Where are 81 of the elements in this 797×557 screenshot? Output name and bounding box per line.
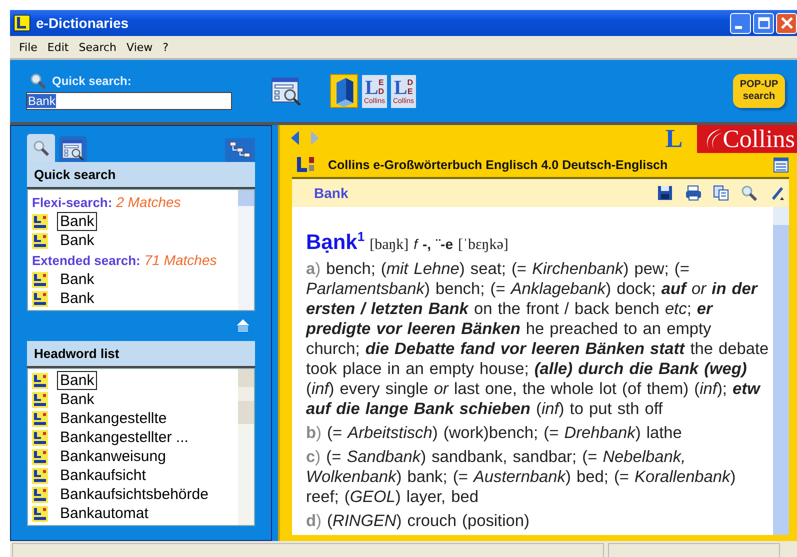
pen-icon[interactable] bbox=[769, 185, 785, 201]
dictionary-icon bbox=[32, 290, 48, 306]
forward-arrow-icon bbox=[310, 130, 320, 144]
search-form-tab[interactable] bbox=[59, 136, 87, 162]
search-tab[interactable] bbox=[27, 134, 55, 162]
dictionary-icon bbox=[32, 372, 48, 388]
book-button[interactable] bbox=[330, 74, 358, 108]
group-label: Flexi-search: bbox=[32, 195, 112, 210]
search-icon bbox=[30, 72, 46, 88]
dictionary-icon bbox=[32, 468, 48, 484]
list-item[interactable]: Bank bbox=[57, 371, 98, 390]
dictionary-icon bbox=[32, 506, 48, 522]
entry-title: Bank bbox=[314, 185, 348, 201]
match-count: 2 Matches bbox=[116, 194, 181, 210]
pronunciation: [ˈbɛŋkə] bbox=[458, 236, 508, 255]
dictionary-icon bbox=[32, 272, 48, 288]
panel-header: Quick search bbox=[27, 162, 255, 189]
minimize-button[interactable] bbox=[730, 12, 751, 34]
menu-item[interactable]: Search bbox=[74, 40, 122, 54]
brand-logo: Collins bbox=[696, 125, 797, 153]
dictionary-title: Collins e-Großwörterbuch Englisch 4.0 Deutsch-Englisch bbox=[328, 158, 668, 172]
publisher-logo: L bbox=[665, 126, 683, 152]
maximize-icon bbox=[758, 17, 770, 29]
back-button[interactable] bbox=[290, 130, 300, 148]
list-item[interactable]: Bank bbox=[57, 270, 98, 289]
close-icon bbox=[780, 17, 792, 29]
list-item[interactable]: Bankaufsicht bbox=[57, 466, 149, 485]
search-icon[interactable] bbox=[741, 185, 757, 201]
dictionary-icon bbox=[32, 410, 48, 426]
menu-item[interactable]: File bbox=[14, 40, 42, 54]
list-view-icon[interactable] bbox=[773, 157, 789, 173]
sense-definition: d) (RINGEN) crouch (position) bbox=[306, 511, 530, 531]
back-arrow-icon bbox=[290, 130, 300, 144]
headword: Bạnk$^{1}$ bbox=[306, 228, 365, 253]
scrollbar[interactable] bbox=[238, 369, 254, 525]
match-count: 71 Matches bbox=[144, 252, 217, 268]
dictionary-icon bbox=[32, 214, 48, 230]
list-item[interactable]: Bank bbox=[57, 212, 98, 231]
dictionary-icon bbox=[32, 232, 48, 248]
window-title: e-Dictionaries bbox=[36, 15, 129, 31]
app-logo-icon bbox=[14, 15, 30, 31]
dictionary-icon bbox=[32, 430, 48, 446]
search-label: Quick search: bbox=[52, 74, 132, 88]
group-label: Extended search: bbox=[32, 253, 140, 268]
list-item[interactable]: Bankanweisung bbox=[57, 447, 169, 466]
sense-definition: c) (= Sandbank) sandbank, sandbar; (= Nebelbank, Wolkenbank) bank; (= Austernbank) bed; (= Korallenbank) reef; (GEOL) layer, bed bbox=[306, 447, 737, 507]
menu-item[interactable]: ? bbox=[158, 40, 174, 54]
save-icon[interactable] bbox=[657, 185, 673, 201]
list-item[interactable]: Bank bbox=[57, 231, 98, 250]
list-item[interactable]: Bankautomat bbox=[57, 504, 152, 523]
scrollbar[interactable] bbox=[238, 190, 254, 310]
menu-item[interactable]: Edit bbox=[42, 40, 74, 54]
list-item[interactable]: Bankangestellter ... bbox=[57, 428, 192, 447]
sense-definition: a) bench; (mit Lehne) seat; (= Kirchenbank) pew; (= Parlamentsbank) bench; (= Anklagebank) dock; auf or in der ersten / letzten Bank on the front / back bench etc; er predigte vor leeren Bänken he preached to an empty church; die Debatte fand vor leeren Bänken statt the debate took place in an empty house; (alle) durch die Bank (weg) (inf) every single or last one, the whole lot (of them) (inf); etw auf die lange Bank schieben (inf) to put sth off bbox=[306, 259, 769, 419]
minimize-icon bbox=[735, 26, 742, 28]
menu-item[interactable]: View bbox=[122, 40, 158, 54]
pronunciation: [baŋk] bbox=[370, 236, 409, 255]
popup-search-button[interactable]: POP-UP search bbox=[733, 74, 785, 108]
dictionary-icon bbox=[32, 486, 48, 502]
printer-icon[interactable] bbox=[685, 185, 701, 201]
list-item[interactable]: Bankangestellte bbox=[57, 409, 170, 428]
search-icon bbox=[33, 140, 49, 156]
tree-view-button[interactable] bbox=[225, 138, 255, 162]
search-field[interactable]: Bank bbox=[26, 92, 232, 110]
tree-icon bbox=[229, 140, 251, 160]
sense-definition: b) (= Arbeitstisch) (work)bench; (= Drehbank) lathe bbox=[306, 423, 683, 443]
list-item[interactable]: Bank bbox=[57, 390, 98, 409]
search-form-icon bbox=[270, 75, 302, 107]
search-form-icon bbox=[61, 138, 85, 160]
dictionary-icon bbox=[296, 156, 316, 174]
panel-header: Headword list bbox=[27, 341, 255, 368]
splitter-icon[interactable] bbox=[236, 319, 250, 333]
copy-icon[interactable] bbox=[713, 185, 729, 201]
list-item[interactable]: Bank bbox=[57, 289, 98, 308]
grammar-label: f -, ¨-e bbox=[414, 235, 454, 254]
close-button[interactable] bbox=[776, 12, 797, 34]
dictionary-icon bbox=[32, 448, 48, 464]
scrollbar[interactable] bbox=[773, 207, 789, 535]
list-item[interactable]: Bankaufsichtsbehörde bbox=[57, 485, 212, 504]
dictionary-icon bbox=[32, 392, 48, 408]
maximize-button[interactable] bbox=[753, 12, 774, 34]
